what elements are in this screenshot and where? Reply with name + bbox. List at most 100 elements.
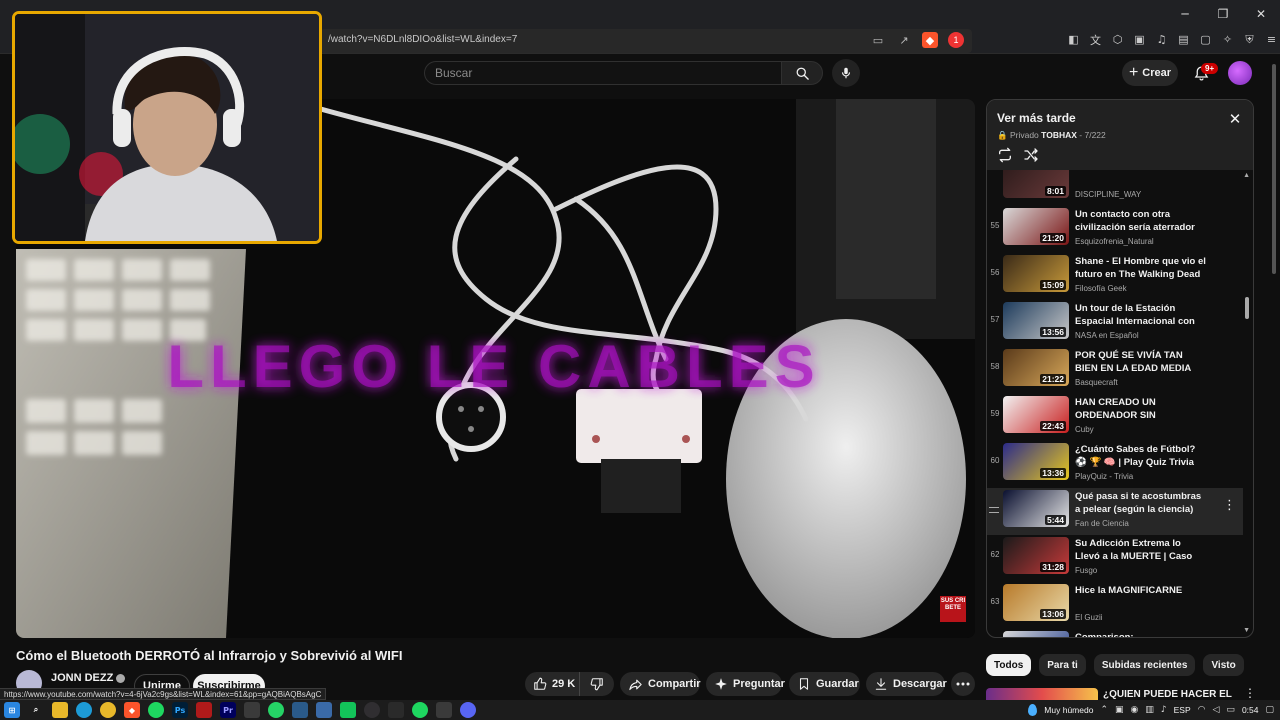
playlist-item-thumbnail[interactable]: 8:01: [1003, 170, 1069, 198]
playlist-item[interactable]: 58 21:22 POR QUÉ SE VIVÍA TAN BIEN EN LA E…: [987, 347, 1243, 394]
app-icon[interactable]: [244, 702, 260, 718]
playlist-item[interactable]: 8:01 DISCIPLINE_WAY: [987, 170, 1243, 206]
app-icon[interactable]: [292, 702, 308, 718]
playlist-item-thumbnail[interactable]: 21:22: [1003, 349, 1069, 386]
spotify-icon[interactable]: [412, 702, 428, 718]
url-text[interactable]: /watch?v=N6DLnl8DIOo&list=WL&index=7: [328, 34, 517, 45]
save-button[interactable]: Guardar: [789, 672, 860, 696]
account-avatar[interactable]: [1228, 61, 1252, 85]
playlist-item[interactable]: 55 21:20 Un contacto con otra civilización…: [987, 206, 1243, 253]
maximize-button[interactable]: ❐: [1204, 0, 1242, 28]
playlist-item-thumbnail[interactable]: 22:43: [1003, 396, 1069, 433]
network-icon[interactable]: ▥: [1145, 705, 1154, 715]
battery-icon[interactable]: ▭: [1226, 705, 1235, 715]
playlist-item-thumbnail[interactable]: 5:44: [1003, 490, 1069, 527]
app-icon[interactable]: [436, 702, 452, 718]
vpn-icon[interactable]: ⛨: [1242, 32, 1257, 47]
playlist-item-title[interactable]: POR QUÉ SE VIVÍA TAN BIEN EN LA EDAD MED…: [1075, 349, 1207, 375]
chrome-icon[interactable]: [100, 702, 116, 718]
leo-ai-icon[interactable]: ✧: [1220, 32, 1235, 47]
file-explorer-icon[interactable]: [52, 702, 68, 718]
sidebar-icon[interactable]: ▤: [1176, 32, 1191, 47]
dislike-button[interactable]: [580, 672, 614, 696]
cast-icon[interactable]: ▭: [870, 32, 886, 48]
app-icon[interactable]: [388, 702, 404, 718]
filter-chip[interactable]: Subidas recientes: [1093, 654, 1196, 676]
playlist-item-title[interactable]: Un contacto con otra civilización sería …: [1075, 208, 1207, 234]
weather-text[interactable]: Muy húmedo: [1044, 705, 1093, 715]
channel-name-text[interactable]: JONN DEZZ: [51, 672, 113, 684]
next-video-title[interactable]: ¿QUIEN PUEDE HACER EL: [1103, 689, 1232, 700]
translate-icon[interactable]: 文: [1088, 32, 1103, 47]
address-bar[interactable]: /watch?v=N6DLnl8DIOo&list=WL&index=7 ▭ ↗…: [320, 29, 972, 53]
filter-chip[interactable]: Para ti: [1039, 654, 1086, 676]
playlist-item-thumbnail[interactable]: 21:20: [1003, 208, 1069, 245]
playlist-scroll-thumb[interactable]: [1245, 297, 1249, 319]
playlist-item-title[interactable]: ¿Cuánto Sabes de Fútbol? ⚽ 🏆 🧠 | Play Qu…: [1075, 443, 1207, 469]
extension-icon[interactable]: ◧: [1066, 32, 1081, 47]
scroll-down-arrow-icon[interactable]: ▼: [1243, 627, 1250, 634]
notifications-tray-icon[interactable]: ▢: [1265, 705, 1274, 715]
windows-start-icon[interactable]: ⊞: [4, 702, 20, 718]
playlist-item[interactable]: 5:44 Qué pasa si te acostumbras a pelear …: [987, 488, 1243, 535]
playlist-item-thumbnail[interactable]: 13:36: [1003, 443, 1069, 480]
playlist-item-title[interactable]: Su Adicción Extrema lo Llevó a la MUERTE…: [1075, 537, 1207, 564]
search-input[interactable]: [425, 62, 781, 84]
clock[interactable]: 0:54: [1242, 705, 1259, 715]
menu-icon[interactable]: ≡: [1264, 32, 1279, 47]
close-window-button[interactable]: ✕: [1242, 0, 1280, 28]
playlist-item[interactable]: 57 13:56 Un tour de la Estación Espacial I…: [987, 300, 1243, 347]
playlist-item-thumbnail[interactable]: 13:56: [1003, 302, 1069, 339]
playlist-item[interactable]: 60 13:36 ¿Cuánto Sabes de Fútbol? ⚽ 🏆 🧠 | …: [987, 441, 1243, 488]
wifi-icon[interactable]: ◠: [1198, 705, 1206, 715]
obs-icon[interactable]: [364, 702, 380, 718]
next-video-thumbnail[interactable]: [986, 688, 1098, 700]
page-scrollbar[interactable]: [1270, 60, 1278, 684]
photoshop-icon[interactable]: Ps: [172, 702, 188, 718]
voice-search-button[interactable]: [832, 59, 860, 87]
extension-icon[interactable]: ▣: [1132, 32, 1147, 47]
loop-icon[interactable]: [997, 147, 1013, 163]
volume-icon[interactable]: ♪: [1161, 705, 1167, 715]
filter-chip[interactable]: Todos: [986, 654, 1032, 676]
brave-shields-icon[interactable]: ◆: [922, 32, 938, 48]
wallet-icon[interactable]: ▢: [1198, 32, 1213, 47]
whatsapp-icon[interactable]: [268, 702, 284, 718]
ask-button[interactable]: Preguntar: [706, 672, 785, 696]
playlist-title[interactable]: Ver más tarde: [997, 111, 1076, 125]
edge-icon[interactable]: [76, 702, 92, 718]
shuffle-icon[interactable]: [1023, 147, 1039, 163]
download-button[interactable]: Descargar: [866, 672, 947, 696]
playlist-item-thumbnail[interactable]: 31:28: [1003, 537, 1069, 574]
app-icon[interactable]: [196, 702, 212, 718]
brave-icon[interactable]: ◆: [124, 702, 140, 718]
playlist-item-title[interactable]: Un tour de la Estación Espacial Internac…: [1075, 302, 1207, 329]
create-button[interactable]: + Crear: [1122, 60, 1178, 86]
playlist-item-thumbnail[interactable]: 13:06: [1003, 584, 1069, 621]
search-taskbar-icon[interactable]: ⌕: [28, 702, 44, 718]
playlist-item-thumbnail[interactable]: 15:09: [1003, 255, 1069, 292]
page-scroll-thumb[interactable]: [1272, 64, 1276, 274]
playlist-item[interactable]: 63 13:06 Hice la MAGNIFICARNE El Guzii: [987, 582, 1243, 629]
extension-icon[interactable]: ⬡: [1110, 32, 1125, 47]
playlist-item-title[interactable]: Shane - El Hombre que vio el futuro en T…: [1075, 255, 1207, 282]
playlist-item-title[interactable]: Qué pasa si te acostumbras a pelear (seg…: [1075, 490, 1207, 516]
tray-app-icon[interactable]: ◉: [1131, 705, 1139, 715]
search-button[interactable]: [781, 61, 823, 85]
playlist-item-thumbnail[interactable]: 6:03: [1003, 631, 1069, 637]
playlist-owner[interactable]: TOBHAX: [1041, 130, 1077, 140]
tray-chevron-icon[interactable]: ⌃: [1100, 705, 1108, 715]
language-indicator[interactable]: ESP: [1174, 705, 1191, 715]
scroll-up-arrow-icon[interactable]: ▲: [1243, 172, 1250, 179]
minimize-button[interactable]: ─: [1166, 0, 1204, 28]
music-icon[interactable]: ♫: [1154, 32, 1169, 47]
share-page-icon[interactable]: ↗: [896, 32, 912, 48]
brave-rewards-icon[interactable]: 1: [948, 32, 964, 48]
close-playlist-button[interactable]: ✕: [1227, 110, 1243, 128]
tray-app-icon[interactable]: ▣: [1115, 705, 1124, 715]
spotify-icon[interactable]: [148, 702, 164, 718]
playlist-item[interactable]: 59 22:43 HAN CREADO UN ORDENADOR SIN ELECT…: [987, 394, 1243, 441]
drag-handle-icon[interactable]: [989, 507, 999, 513]
more-actions-button[interactable]: [951, 672, 975, 696]
playlist-item[interactable]: 56 15:09 Shane - El Hombre que vio el futu…: [987, 253, 1243, 300]
